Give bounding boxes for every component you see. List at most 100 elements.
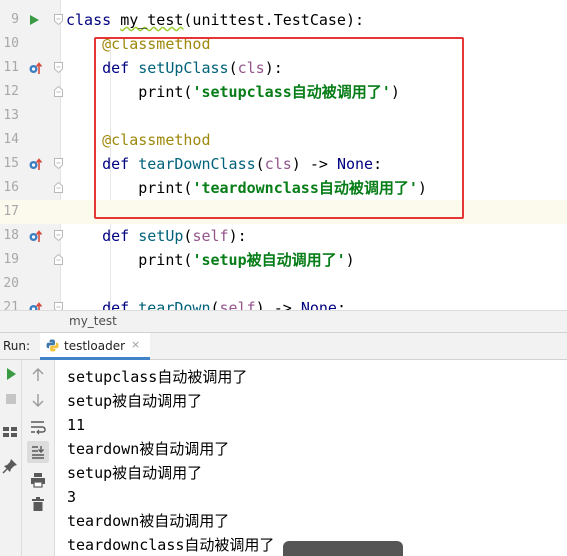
run-toolbar <box>0 360 22 556</box>
line-number[interactable]: 17 <box>0 200 19 224</box>
line-number[interactable]: 9 <box>0 8 19 32</box>
code-text[interactable]: print('setup被自动调用了') <box>66 248 355 272</box>
run-tool-header: Run: testloader × <box>0 332 567 360</box>
code-token: 'setup <box>192 251 247 269</box>
code-token: class <box>66 11 121 29</box>
code-token: print( <box>66 251 193 269</box>
fold-marker-icon[interactable] <box>54 182 63 193</box>
line-number[interactable]: 19 <box>0 248 19 272</box>
python-icon <box>46 339 59 352</box>
console-line[interactable]: 3 <box>67 485 76 509</box>
console-line-suffix: 被自动调用了 <box>139 440 230 458</box>
console-line-suffix: 自动被调用了 <box>157 368 248 386</box>
override-icon[interactable] <box>28 157 42 171</box>
code-line-21[interactable]: 21 def tearDown(self) -> None: <box>0 296 567 310</box>
fold-marker-icon[interactable] <box>54 14 63 25</box>
code-token: ( <box>210 299 220 310</box>
console-line[interactable]: teardown被自动调用了 <box>67 437 229 461</box>
console-line[interactable]: 11 <box>67 413 85 437</box>
breadcrumb[interactable]: my_test <box>0 310 567 332</box>
console-toolbar <box>22 360 55 556</box>
fold-marker-icon[interactable] <box>54 230 63 241</box>
code-token: my_test <box>120 11 184 29</box>
console-line-text: 11 <box>67 416 86 434</box>
console-line-suffix: 被自动调用了 <box>112 392 203 410</box>
horizontal-scrollbar-thumb[interactable] <box>283 541 403 556</box>
line-number[interactable]: 18 <box>0 224 19 248</box>
console-line[interactable]: setupclass自动被调用了 <box>67 365 247 389</box>
console-line-text: setup <box>67 392 113 410</box>
fold-marker-icon[interactable] <box>54 302 63 310</box>
code-text[interactable]: def tearDown(self) -> None: <box>66 296 346 310</box>
code-token: setUp <box>138 227 184 245</box>
code-line-19[interactable]: 19 print('setup被自动调用了') <box>0 248 567 272</box>
run-arrow-icon[interactable] <box>30 15 39 25</box>
line-number[interactable]: 15 <box>0 152 19 176</box>
line-number[interactable]: 14 <box>0 128 19 152</box>
fold-marker-icon[interactable] <box>54 86 63 97</box>
console-line-suffix: 被自动调用了 <box>139 512 230 530</box>
code-token: : <box>336 299 346 310</box>
console-line-suffix: 被自动调用了 <box>112 464 203 482</box>
line-number[interactable]: 16 <box>0 176 19 200</box>
override-icon[interactable] <box>28 229 42 243</box>
pin-icon[interactable] <box>2 458 18 474</box>
code-text[interactable]: def setUp(self): <box>66 224 247 248</box>
arrow-down-icon[interactable] <box>30 392 46 408</box>
close-icon[interactable]: × <box>131 338 140 351</box>
console-line-text: teardownclass <box>67 536 185 554</box>
console-line-text: teardown <box>67 512 140 530</box>
console-line-suffix: 自动被调用了 <box>184 536 275 554</box>
line-number[interactable]: 12 <box>0 80 19 104</box>
code-token: None <box>300 299 337 310</box>
stop-icon[interactable] <box>3 391 19 407</box>
scroll-to-end-icon[interactable] <box>30 444 46 460</box>
tab-testloader[interactable]: testloader × <box>40 333 150 360</box>
console-line-text: 3 <box>67 488 77 506</box>
console-output[interactable]: setupclass自动被调用了 setup被自动调用了 11 teardown被自动… <box>55 360 567 556</box>
console-line-text: setup <box>67 464 113 482</box>
console-line[interactable]: setup被自动调用了 <box>67 389 202 413</box>
layout-icon[interactable] <box>2 424 18 440</box>
code-line-18[interactable]: 18 def setUp(self): <box>0 224 567 248</box>
override-icon[interactable] <box>28 61 42 75</box>
code-token: (unittest.TestCase): <box>183 11 365 29</box>
override-icon[interactable] <box>28 301 42 310</box>
code-token: 被自动调用了 <box>246 251 337 269</box>
print-icon[interactable] <box>30 472 46 488</box>
highlight-annotation-box <box>94 37 464 219</box>
code-line-20[interactable]: 20 <box>0 272 567 296</box>
fold-marker-icon[interactable] <box>54 254 63 265</box>
console-line-text: setupclass <box>67 368 158 386</box>
line-number[interactable]: 21 <box>0 296 19 310</box>
console-line[interactable]: setup被自动调用了 <box>67 461 202 485</box>
run-label: Run: <box>3 339 31 353</box>
code-token: ): <box>228 227 247 245</box>
code-token: tearDown <box>138 299 211 310</box>
code-token: ' <box>336 251 346 269</box>
code-token: ) <box>345 251 355 269</box>
rerun-icon[interactable] <box>3 366 19 382</box>
code-token: def <box>66 227 139 245</box>
console-line[interactable]: teardownclass自动被调用了 <box>67 533 274 556</box>
soft-wrap-icon[interactable] <box>30 419 46 435</box>
line-number[interactable]: 13 <box>0 104 19 128</box>
fold-marker-icon[interactable] <box>54 158 63 169</box>
code-token: self <box>219 299 256 310</box>
code-text[interactable]: class my_test(unittest.TestCase): <box>66 8 364 32</box>
line-number[interactable]: 11 <box>0 56 19 80</box>
code-token: ) -> <box>255 299 301 310</box>
trash-icon[interactable] <box>30 496 46 512</box>
arrow-up-icon[interactable] <box>30 367 46 383</box>
console-line-text: teardown <box>67 440 140 458</box>
run-tab-label: testloader <box>64 339 126 353</box>
console-line[interactable]: teardown被自动调用了 <box>67 509 229 533</box>
line-number[interactable]: 20 <box>0 272 19 296</box>
code-editor[interactable]: 9 class my_test(unittest.TestCase): 10 @cl… <box>0 0 567 310</box>
code-token: def <box>66 299 139 310</box>
code-line-9[interactable]: 9 class my_test(unittest.TestCase): <box>0 8 567 32</box>
breadcrumb-class[interactable]: my_test <box>69 314 117 328</box>
line-number[interactable]: 10 <box>0 32 19 56</box>
code-token: self <box>192 227 229 245</box>
fold-marker-icon[interactable] <box>54 62 63 73</box>
